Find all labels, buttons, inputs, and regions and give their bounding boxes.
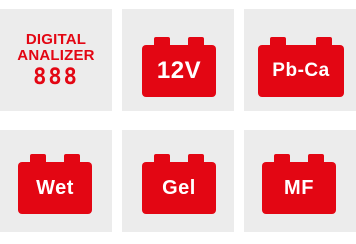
analizer-label: ANALIZER [17,46,95,64]
battery-icon: Gel [142,154,216,214]
battery-label: Wet [36,176,74,199]
battery-icon: MF [262,154,336,214]
digital-analyzer-label: DIGITAL ANALIZER 888 [0,9,112,111]
battery-icon: Wet [18,154,92,214]
battery-label: MF [284,176,314,199]
battery-icon: Pb-Ca [258,37,344,97]
digital-display-digits: 888 [33,64,79,90]
battery-label: 12V [156,57,202,84]
digital-label: DIGITAL [25,30,87,48]
tile-gel: Gel [122,130,234,232]
battery-label: Pb-Ca [272,60,330,81]
tile-wet: Wet [0,130,112,232]
battery-icon: 12V [142,37,216,97]
tile-digital-analyzer: DIGITAL ANALIZER 888 [0,9,112,111]
tile-mf: MF [244,130,356,232]
tile-voltage: 12V [122,9,234,111]
tile-pb-ca: Pb-Ca [244,9,356,111]
battery-label: Gel [162,176,196,199]
